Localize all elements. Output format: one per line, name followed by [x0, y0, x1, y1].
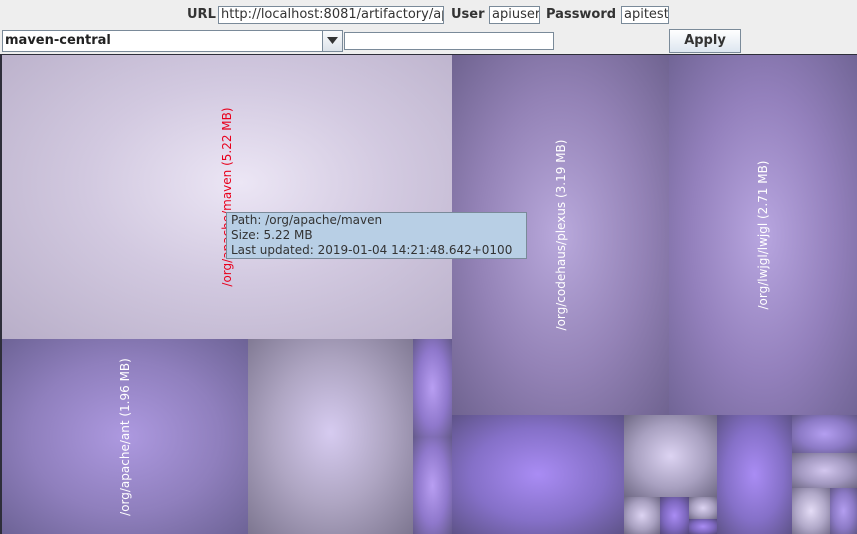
user-field[interactable]: apiuser [489, 6, 540, 24]
treemap-cell[interactable] [624, 497, 660, 534]
treemap-cell[interactable] [413, 437, 452, 534]
treemap-cell-lwjgl[interactable]: /org/lwjgl/lwjgl (2.71 MB) [669, 55, 857, 415]
treemap-label-plexus: /org/codehaus/plexus (3.19 MB) [553, 139, 568, 331]
treemap-cell-ant[interactable]: /org/apache/ant (1.96 MB) [2, 339, 248, 534]
tooltip-path: Path: /org/apache/maven [231, 213, 383, 227]
treemap-cell[interactable] [660, 497, 689, 534]
treemap-cell[interactable] [717, 415, 792, 534]
tooltip-size: Size: 5.22 MB [231, 228, 313, 242]
treemap-cell[interactable] [792, 415, 857, 453]
url-field[interactable]: http://localhost:8081/artifactory/api [218, 6, 444, 24]
treemap-label-ant: /org/apache/ant (1.96 MB) [118, 357, 132, 516]
treemap-cell[interactable] [413, 339, 452, 437]
treemap-cell[interactable] [792, 453, 857, 488]
password-field[interactable]: apitest [621, 6, 669, 24]
treemap-label-lwjgl: /org/lwjgl/lwjgl (2.71 MB) [756, 160, 770, 310]
treemap-cell[interactable] [452, 415, 624, 534]
repository-select[interactable]: maven-central [2, 30, 343, 52]
filter-input[interactable] [344, 32, 554, 50]
chevron-down-icon [327, 37, 338, 44]
treemap-cell-maven[interactable]: /org/apache/maven (5.22 MB) [2, 55, 452, 339]
password-label: Password [546, 7, 617, 22]
apply-button[interactable]: Apply [669, 29, 741, 53]
url-label: URL [187, 7, 216, 22]
treemap-cell[interactable] [689, 519, 717, 534]
treemap-tooltip: Path: /org/apache/maven Size: 5.22 MB La… [226, 212, 527, 259]
treemap: /org/apache/maven (5.22 MB) /org/codehau… [0, 54, 857, 534]
repository-select-button[interactable] [322, 31, 342, 51]
tooltip-last-updated: Last updated: 2019-01-04 14:21:48.642+01… [231, 243, 513, 257]
treemap-cell[interactable] [689, 497, 717, 519]
treemap-cell[interactable] [792, 488, 830, 534]
user-label: User [451, 7, 485, 22]
treemap-label-maven: /org/apache/maven (5.22 MB) [220, 107, 234, 287]
treemap-cell[interactable] [248, 339, 413, 534]
repository-select-value: maven-central [5, 33, 111, 48]
treemap-cell[interactable] [624, 415, 717, 497]
treemap-cell[interactable] [830, 488, 857, 534]
